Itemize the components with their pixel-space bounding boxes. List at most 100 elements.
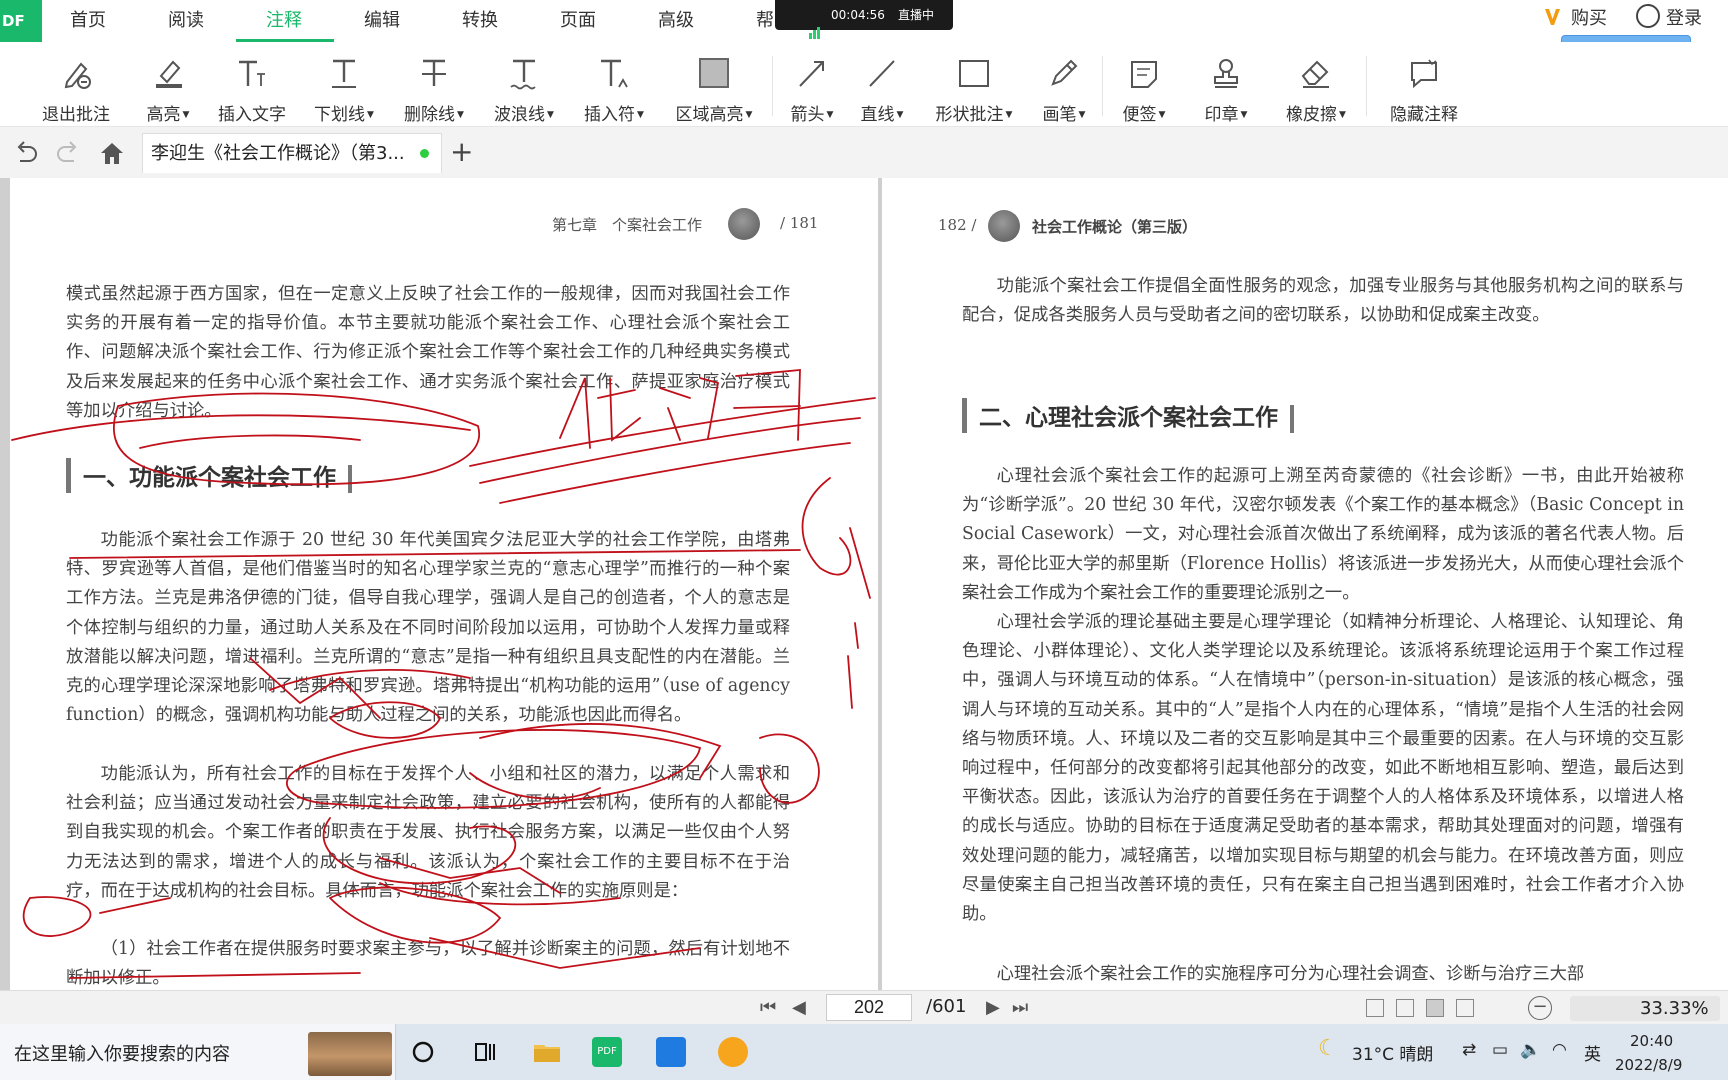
heading-text: 二、心理社会派个案社会工作 (979, 404, 1278, 431)
network-transfer-icon[interactable]: ⇄ (1462, 1040, 1476, 1060)
last-page-icon[interactable]: ⏭ (1012, 997, 1028, 1018)
hide-annotation-icon (1411, 59, 1437, 89)
wifi-icon[interactable]: ◠ (1552, 1040, 1567, 1060)
clock-date[interactable]: 2022/8/9 (1615, 1056, 1682, 1074)
tool-label: 插入文字 (218, 105, 286, 125)
status-bar: ⏮ ◀ /601 ▶ ⏭ − 33.33% (0, 990, 1728, 1024)
first-page-icon[interactable]: ⏮ (760, 997, 776, 1018)
weather-status[interactable]: 31°C 晴朗 (1352, 1040, 1433, 1065)
task-view-icon[interactable] (470, 1037, 500, 1067)
tool-label: 区域高亮 (675, 105, 744, 125)
file-explorer-icon[interactable] (532, 1037, 562, 1067)
paragraph-functional-2: 功能派认为，所有社会工作的目标在于发挥个人、小组和社区的潜力，以满足个人需求和社… (66, 764, 790, 901)
page-header-right: 社会工作概论（第三版） (1032, 218, 1198, 236)
section-heading-functional: 一、功能派个案社会工作 (66, 458, 366, 493)
insert-text-icon (239, 60, 265, 86)
pdf-page-right: 182 / 社会工作概论（第三版） 功能派个案社会工作提倡全面性服务的观念，加强… (882, 178, 1728, 990)
wavy-line-icon (510, 59, 536, 90)
paragraph-right-1: 心理社会派个案社会工作的起源可上溯至芮奇蒙德的《社会诊断》一书，由此开始被称为“… (962, 466, 1684, 603)
book-view-icon[interactable] (1456, 999, 1474, 1017)
volume-icon[interactable]: 🔈 (1520, 1040, 1541, 1060)
tool-label: 箭头 (790, 105, 825, 125)
zoom-out-button[interactable]: − (1528, 996, 1552, 1020)
undo-icon[interactable] (12, 139, 40, 167)
paragraph-intro: 模式虽然起源于西方国家，但在一定意义上反映了社会工作的一般规律，因而对我国社会工… (66, 284, 790, 421)
recorder-app-icon[interactable] (718, 1037, 748, 1067)
pdf-app-icon[interactable]: PDF (592, 1037, 622, 1067)
tool-exit-annotation[interactable]: 退出批注 (30, 42, 122, 126)
clock-time[interactable]: 20:40 (1630, 1032, 1673, 1050)
weather-moon-icon: ☾ (1318, 1036, 1338, 1061)
page-number-left: / 181 (780, 214, 819, 232)
tool-insert-text[interactable]: 插入文字 (212, 42, 292, 126)
tool-strikethrough[interactable]: 删除线 ▼ (396, 42, 472, 126)
tool-stamp[interactable]: 印章 ▼ (1196, 42, 1256, 126)
dual-page-view-icon[interactable] (1396, 999, 1414, 1017)
tool-shape[interactable]: 形状批注 ▼ (926, 42, 1022, 126)
home-icon[interactable] (98, 139, 126, 167)
menu-help[interactable]: 帮 (756, 0, 774, 42)
ime-indicator[interactable]: 英 (1584, 1040, 1601, 1065)
tool-label: 插入符 (584, 105, 636, 125)
tool-hide-annotation[interactable]: 隐藏注释 (1376, 42, 1472, 126)
redo-icon[interactable] (54, 139, 82, 167)
tool-caret-insert[interactable]: 插入符 ▼ (576, 42, 652, 126)
live-label: 直播中 (898, 8, 935, 22)
live-indicator[interactable]: 00:04:56 直播中 (775, 0, 953, 39)
zoom-level[interactable]: 33.33% (1570, 996, 1720, 1021)
os-taskbar: 在这里输入你要搜索的内容 PDF ☾ 31°C 晴朗 ⇄ ▭ 🔈 ◠ 英 20:… (0, 1024, 1728, 1080)
tool-label: 形状批注 (935, 105, 1004, 125)
tool-label: 高亮 (146, 105, 181, 125)
heading-text: 一、功能派个案社会工作 (83, 464, 336, 491)
tool-label: 便签 (1122, 105, 1157, 125)
menu-home[interactable]: 首页 (70, 0, 106, 42)
sticky-note-icon (1131, 61, 1157, 88)
tool-eraser[interactable]: 橡皮擦 ▼ (1276, 42, 1356, 126)
menu-convert[interactable]: 转换 (462, 0, 498, 42)
document-viewport[interactable]: 第七章 个案社会工作 / 181 模式虽然起源于西方国家，但在一定意义上反映了社… (0, 178, 1728, 990)
document-tab[interactable]: 李迎生《社会工作概论》（第3... (142, 133, 442, 173)
new-tab-button[interactable]: + (450, 135, 473, 168)
tool-arrow[interactable]: 箭头 ▼ (782, 42, 842, 126)
paragraph-functional-3: （1）社会工作者在提供服务时要求案主参与，以了解并诊断案主的问题，然后有计划地不… (66, 939, 790, 989)
tool-pen[interactable]: 画笔 ▼ (1034, 42, 1094, 126)
document-tab-title: 李迎生《社会工作概论》（第3... (151, 143, 405, 164)
buy-button[interactable]: 购买 (1543, 4, 1607, 30)
arrow-icon (799, 61, 824, 87)
tool-area-highlight[interactable]: 区域高亮 ▼ (666, 42, 762, 126)
single-page-view-icon[interactable] (1366, 999, 1384, 1017)
ribbon-separator (1102, 56, 1103, 116)
ribbon-separator (772, 56, 773, 116)
menu-edit[interactable]: 编辑 (364, 0, 400, 42)
messenger-app-icon[interactable] (656, 1037, 686, 1067)
tool-label: 删除线 (404, 105, 456, 125)
area-highlight-icon (699, 58, 729, 88)
menu-read[interactable]: 阅读 (168, 0, 204, 42)
app-logo[interactable]: DF (0, 0, 42, 42)
taskbar-search[interactable]: 在这里输入你要搜索的内容 (0, 1024, 396, 1080)
menu-page[interactable]: 页面 (560, 0, 596, 42)
menu-bar: DF 首页 阅读 注释 编辑 转换 页面 高级 帮 00:04:56 直播中 购… (0, 0, 1728, 67)
continuous-view-icon[interactable] (1426, 999, 1444, 1017)
tool-wavy-line[interactable]: 波浪线 ▼ (486, 42, 562, 126)
section-heading-psychosocial: 二、心理社会派个案社会工作 (962, 398, 1308, 433)
battery-icon[interactable]: ▭ (1492, 1040, 1508, 1060)
tool-underline[interactable]: 下划线 ▼ (306, 42, 382, 126)
shape-icon (959, 60, 989, 87)
cortana-icon[interactable] (408, 1037, 438, 1067)
prev-page-icon[interactable]: ◀ (792, 997, 806, 1018)
live-timer: 00:04:56 (831, 8, 885, 22)
menu-advanced[interactable]: 高级 (658, 0, 694, 42)
strikethrough-icon (422, 59, 446, 86)
book-emblem-icon (728, 208, 760, 240)
next-page-icon[interactable]: ▶ (986, 997, 1000, 1018)
paragraph-functional-1: 功能派个案社会工作源于 20 世纪 30 年代美国宾夕法尼亚大学的社会工作学院，… (66, 530, 790, 726)
menu-annotate[interactable]: 注释 (266, 0, 302, 42)
pen-icon (1051, 59, 1078, 86)
tool-sticky-note[interactable]: 便签 ▼ (1114, 42, 1174, 126)
tool-line[interactable]: 直线 ▼ (852, 42, 912, 126)
page-number-input[interactable] (826, 994, 912, 1021)
tool-highlight[interactable]: 高亮 ▼ (138, 42, 198, 126)
login-button[interactable]: 登录 (1636, 4, 1702, 30)
eraser-icon (1301, 60, 1329, 88)
